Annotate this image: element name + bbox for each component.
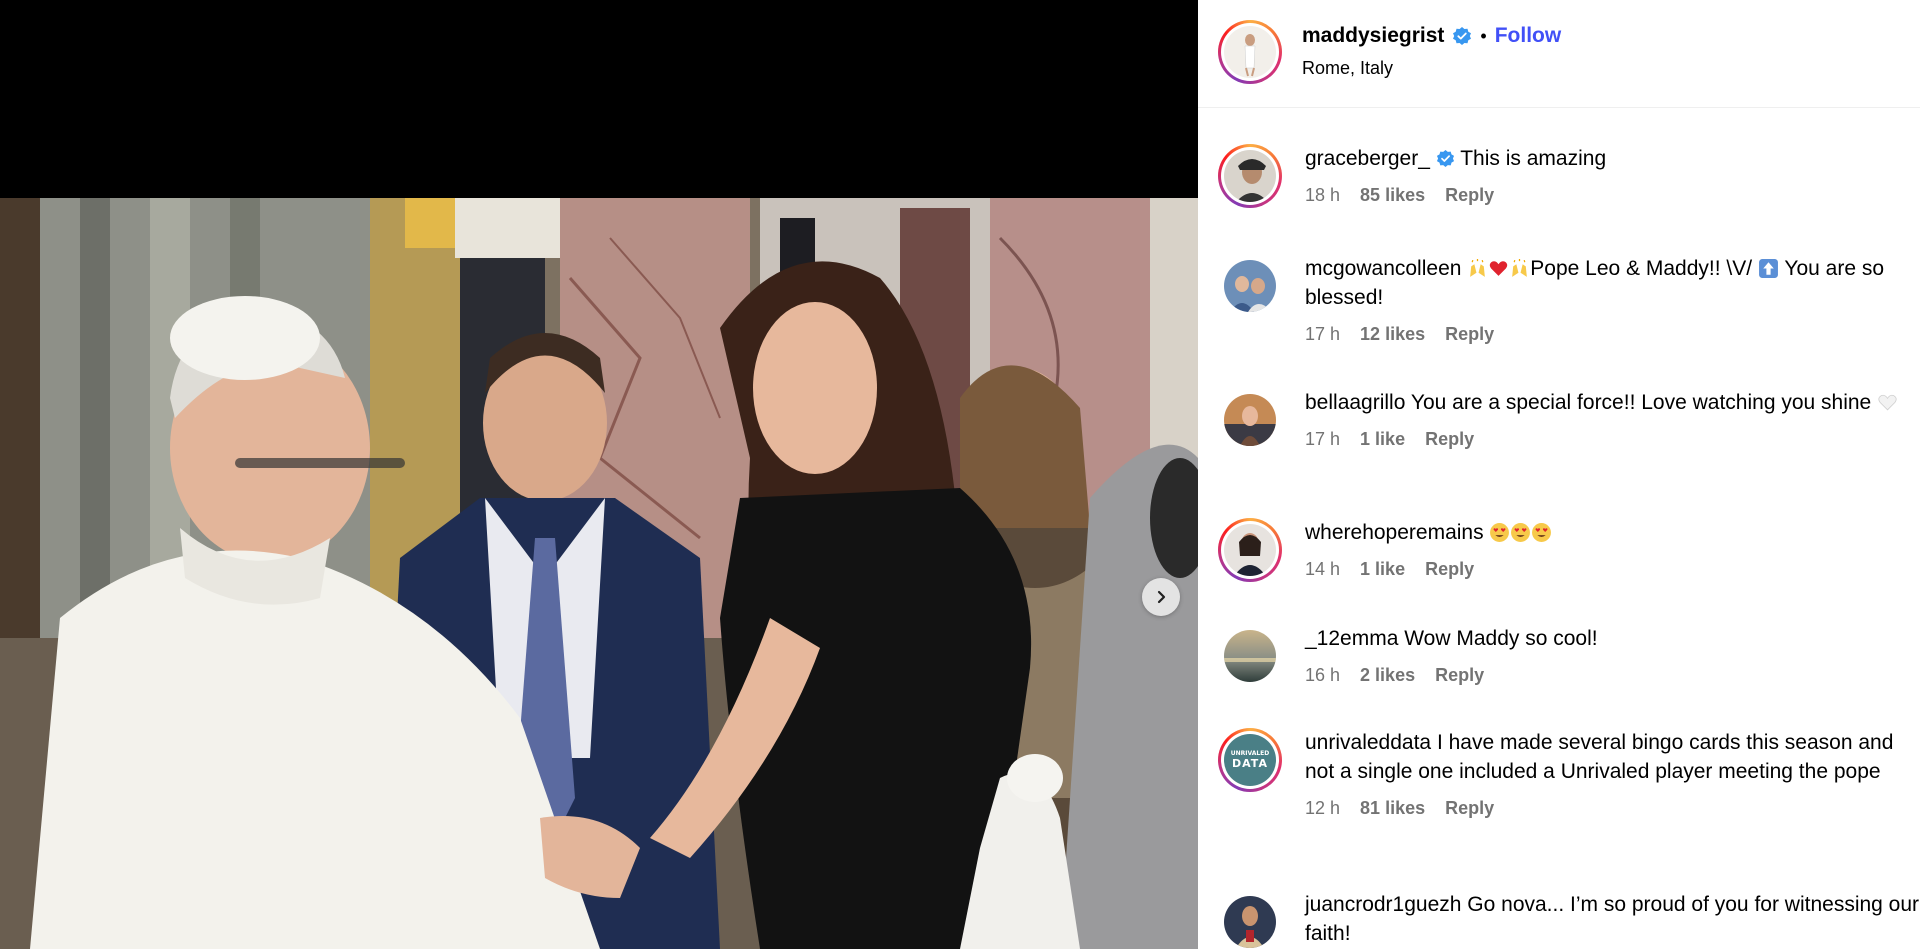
heart-eyes-emoji-icon — [1532, 523, 1552, 542]
post-media — [0, 0, 1198, 949]
commenter-avatar-image — [1224, 150, 1276, 202]
verified-badge-icon — [1453, 27, 1472, 45]
comment-username[interactable]: unrivaleddata — [1305, 731, 1431, 754]
comment-text: Pope Leo & Maddy!! \V/ — [1530, 257, 1753, 280]
raising-hands-emoji-icon — [1512, 259, 1528, 277]
owner-avatar-image — [1224, 26, 1276, 78]
up-arrow-emoji-icon — [1758, 259, 1778, 278]
comment-username[interactable]: mcgowancolleen — [1305, 257, 1461, 280]
commenter-avatar[interactable] — [1224, 896, 1276, 948]
reply-button[interactable]: Reply — [1445, 320, 1494, 349]
red-heart-emoji-icon — [1490, 261, 1508, 276]
post-header: maddysiegrist • Follow Rome, Italy — [1198, 0, 1920, 108]
comment-likes[interactable]: 81 likes — [1360, 794, 1425, 823]
comment-likes[interactable]: 1 like — [1360, 425, 1405, 454]
comments-panel: maddysiegrist • Follow Rome, Italy grace… — [1198, 0, 1920, 949]
comment-username[interactable]: bellaagrillo — [1305, 391, 1405, 414]
comment-time[interactable]: 16 h — [1305, 661, 1340, 690]
post-photo[interactable] — [0, 198, 1198, 949]
avatar-logo-text: UNRIVALED — [1230, 750, 1270, 757]
comment-username[interactable]: graceberger_ — [1305, 147, 1430, 170]
avatar-logo-text: DATA — [1232, 757, 1268, 770]
separator-dot: • — [1480, 25, 1487, 46]
comment-time[interactable]: 14 h — [1305, 555, 1340, 584]
next-photo-button[interactable] — [1142, 578, 1180, 616]
commenter-avatar[interactable] — [1224, 260, 1276, 312]
chevron-right-icon — [1157, 590, 1166, 604]
follow-button[interactable]: Follow — [1495, 24, 1562, 48]
commenter-avatar-image — [1224, 630, 1276, 682]
raising-hands-emoji-icon — [1470, 259, 1486, 277]
reply-button[interactable]: Reply — [1425, 555, 1474, 584]
heart-eyes-emoji-icon — [1490, 523, 1510, 542]
comment-time[interactable]: 18 h — [1305, 181, 1340, 210]
comment-likes[interactable]: 12 likes — [1360, 320, 1425, 349]
commenter-avatar-image — [1224, 524, 1276, 576]
owner-avatar[interactable] — [1218, 20, 1282, 84]
reply-button[interactable]: Reply — [1435, 661, 1484, 690]
comment-text: You are a special force!! Love watching … — [1410, 391, 1872, 414]
commenter-avatar-image — [1224, 260, 1276, 312]
photo-illustration — [0, 198, 1198, 949]
comment-time[interactable]: 12 h — [1305, 794, 1340, 823]
post-location[interactable]: Rome, Italy — [1302, 58, 1393, 79]
comment-likes[interactable]: 2 likes — [1360, 661, 1415, 690]
reply-button[interactable]: Reply — [1445, 794, 1494, 823]
commenter-avatar[interactable] — [1224, 394, 1276, 446]
commenter-avatar[interactable] — [1224, 630, 1276, 682]
owner-username[interactable]: maddysiegrist — [1302, 24, 1444, 48]
comment-username[interactable]: juancrodr1guezh — [1305, 893, 1461, 916]
comment-likes[interactable]: 1 like — [1360, 555, 1405, 584]
comment-text: This is amazing — [1460, 147, 1607, 170]
comment-username[interactable]: _12emma — [1305, 627, 1398, 650]
commenter-avatar-image — [1224, 394, 1276, 446]
commenter-avatar[interactable]: UNRIVALED DATA — [1218, 728, 1282, 792]
comment-time[interactable]: 17 h — [1305, 425, 1340, 454]
comment-likes[interactable]: 85 likes — [1360, 181, 1425, 210]
commenter-avatar-image — [1224, 896, 1276, 948]
white-heart-emoji-icon — [1878, 394, 1897, 411]
commenter-avatar[interactable] — [1218, 518, 1282, 582]
heart-eyes-emoji-icon — [1511, 523, 1531, 542]
verified-badge-icon — [1436, 149, 1454, 168]
commenter-avatar[interactable] — [1218, 144, 1282, 208]
reply-button[interactable]: Reply — [1425, 425, 1474, 454]
comment-time[interactable]: 17 h — [1305, 320, 1340, 349]
comment-username[interactable]: wherehoperemains — [1305, 521, 1484, 544]
reply-button[interactable]: Reply — [1445, 181, 1494, 210]
comment-text: Wow Maddy so cool! — [1404, 627, 1598, 650]
